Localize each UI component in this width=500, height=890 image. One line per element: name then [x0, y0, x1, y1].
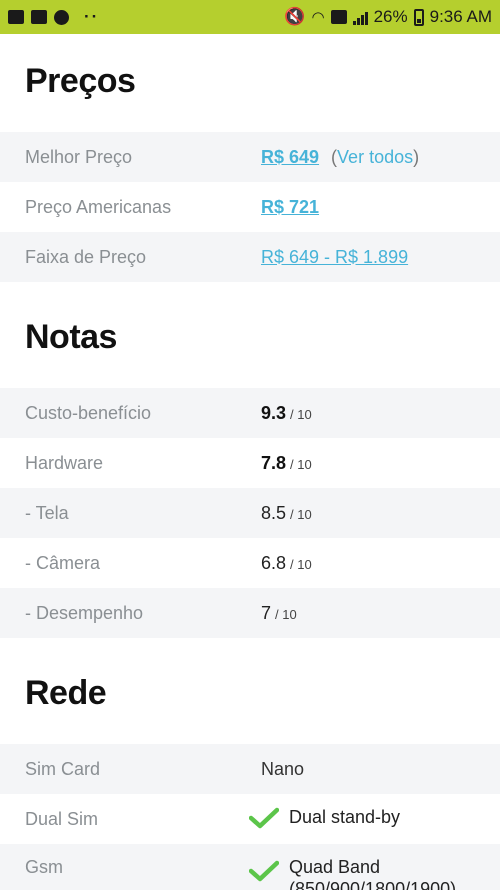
- row-faixa-preco: Faixa de Preço R$ 649 - R$ 1.899: [0, 232, 500, 282]
- row-value: 7 / 10: [261, 603, 297, 624]
- row-value: 9.3 / 10: [261, 403, 312, 424]
- row-value: 6.8 / 10: [261, 553, 312, 574]
- americanas-price-link[interactable]: R$ 721: [261, 197, 319, 218]
- signal-icon: [352, 9, 368, 25]
- status-bar-left: ··: [8, 7, 99, 27]
- row-label: - Desempenho: [25, 602, 144, 623]
- row-value: Dual stand-by: [289, 807, 401, 827]
- score: 7.8: [261, 452, 287, 473]
- score: 9.3: [261, 402, 287, 423]
- row-hardware: Hardware 7.8 / 10: [0, 438, 500, 488]
- row-value: R$ 649 (Ver todos): [261, 147, 419, 168]
- status-bar: ·· 🔇 ◠ 26% 9:36 AM: [0, 0, 500, 34]
- row-label: Gsm: [25, 857, 63, 877]
- score: 6.8: [261, 552, 287, 573]
- row-label: Faixa de Preço: [25, 246, 147, 267]
- row-desempenho: - Desempenho 7 / 10: [0, 588, 500, 638]
- row-sim-card: Sim Card Nano: [0, 744, 500, 794]
- row-melhor-preco: Melhor Preço R$ 649 (Ver todos): [0, 132, 500, 182]
- row-tela: - Tela 8.5 / 10: [0, 488, 500, 538]
- more-notifications-icon: ··: [84, 7, 100, 26]
- row-value: R$ 649 - R$ 1.899: [261, 247, 408, 268]
- row-label: Preço Americanas: [25, 196, 172, 217]
- row-value-secondary: (850/900/1800/1900): [289, 879, 457, 890]
- row-label: Sim Card: [25, 758, 101, 779]
- row-dual-sim: Dual Sim Dual stand-by: [0, 794, 500, 844]
- row-camera: - Câmera 6.8 / 10: [0, 538, 500, 588]
- section-title-notas: Notas: [25, 318, 117, 356]
- row-custo-beneficio: Custo-benefício 9.3 / 10: [0, 388, 500, 438]
- row-label: - Tela: [25, 502, 69, 523]
- see-all-wrapper: (Ver todos): [331, 147, 419, 168]
- battery-percent: 26%: [373, 7, 408, 26]
- price-range-link[interactable]: R$ 649 - R$ 1.899: [261, 247, 408, 268]
- app-notification-icon: [31, 10, 47, 24]
- row-label: Melhor Preço: [25, 146, 133, 167]
- row-value: R$ 721: [261, 197, 319, 218]
- mute-icon: 🔇: [284, 7, 306, 26]
- row-gsm: Gsm Quad Band (850/900/1800/1900): [0, 844, 500, 890]
- data-icon: [330, 10, 347, 24]
- paren-close: ): [413, 146, 420, 167]
- status-bar-right: 🔇 ◠ 26% 9:36 AM: [284, 7, 492, 27]
- row-value: 7.8 / 10: [261, 453, 312, 474]
- row-label: Dual Sim: [25, 808, 99, 829]
- score: 8.5: [261, 502, 287, 523]
- row-label: Hardware: [25, 452, 104, 473]
- checkmark-icon: [249, 807, 279, 829]
- clock: 9:36 AM: [429, 7, 492, 26]
- battery-icon: [413, 8, 424, 26]
- row-label: Custo-benefício: [25, 402, 152, 423]
- image-icon: [8, 10, 24, 24]
- score-out-of: / 10: [290, 406, 312, 422]
- best-price-link[interactable]: R$ 649: [261, 147, 319, 168]
- row-label: - Câmera: [25, 552, 101, 573]
- score-out-of: / 10: [290, 456, 312, 472]
- row-value: Nano: [261, 758, 305, 779]
- score-out-of: / 10: [275, 606, 297, 622]
- whatsapp-icon: [54, 9, 69, 25]
- wifi-icon: ◠: [311, 9, 325, 26]
- checkmark-icon: [249, 860, 279, 882]
- score-out-of: / 10: [290, 556, 312, 572]
- section-title-rede: Rede: [25, 674, 107, 712]
- see-all-link[interactable]: Ver todos: [337, 147, 413, 167]
- score: 7: [261, 602, 272, 623]
- score-out-of: / 10: [290, 506, 312, 522]
- section-title-precos: Preços: [25, 62, 136, 100]
- row-value: 8.5 / 10: [261, 503, 312, 524]
- row-value: Quad Band: [289, 857, 381, 877]
- row-preco-americanas: Preço Americanas R$ 721: [0, 182, 500, 232]
